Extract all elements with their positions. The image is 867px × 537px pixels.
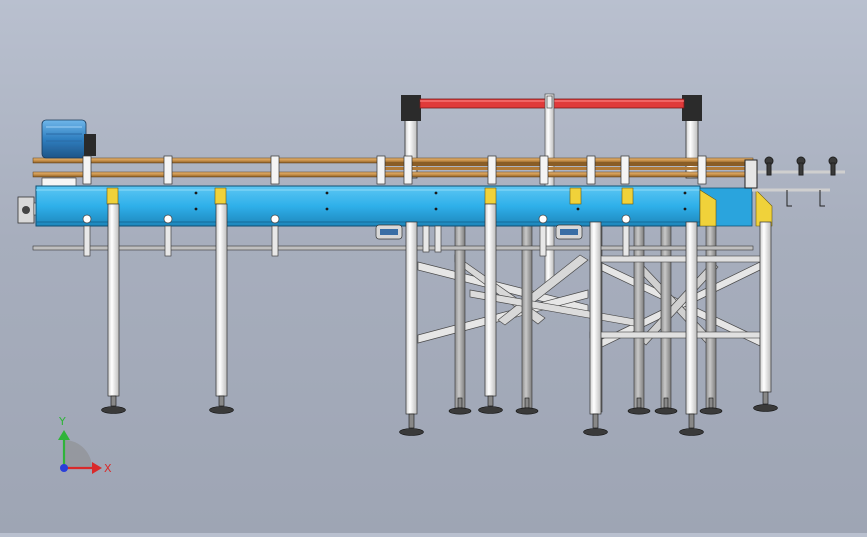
y-axis-label: Y: [58, 415, 66, 428]
drive-motor-icon: [41, 119, 96, 159]
origin-dot: [60, 464, 68, 472]
tie-beam: [589, 331, 771, 339]
rear-support-structure: [401, 93, 771, 413]
cad-viewport[interactable]: Y X: [0, 0, 867, 533]
support-leg: [685, 221, 698, 415]
guide-rail-bottom: [32, 245, 754, 251]
gantry-cap-left: [401, 95, 421, 121]
support-leg: [759, 221, 772, 393]
leveling-foot-icon: [101, 391, 778, 436]
guide-rail-lower: [32, 171, 754, 178]
rear-leg: [660, 221, 672, 413]
rear-leg: [705, 221, 717, 413]
support-leg: [484, 203, 497, 397]
conveyor-assembly-drawing: Y X: [17, 93, 845, 475]
rear-leg: [633, 221, 645, 413]
x-axis-label: X: [104, 462, 112, 475]
axis-triad-icon: Y X: [58, 415, 112, 475]
support-leg: [107, 203, 120, 397]
rear-leg: [521, 221, 533, 413]
tie-beam: [589, 255, 771, 263]
drive-label-plate: [41, 177, 77, 187]
guide-rail-upper: [32, 157, 754, 164]
support-leg: [215, 203, 228, 397]
support-leg: [589, 221, 602, 415]
support-leg: [405, 221, 418, 415]
conveyor-frame: [35, 185, 753, 227]
rear-leg: [454, 221, 466, 413]
gantry-cap-right: [682, 95, 702, 121]
